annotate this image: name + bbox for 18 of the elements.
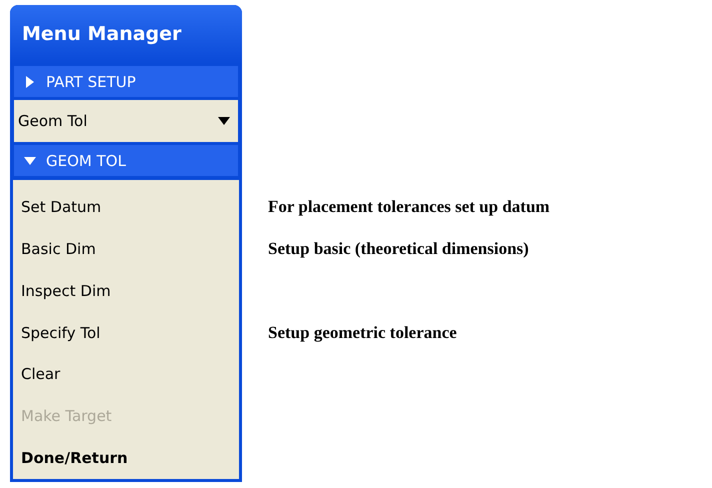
annotation-text: Setup geometric tolerance: [268, 323, 457, 343]
menu-item[interactable]: Specify Tol: [13, 312, 239, 354]
expanded-arrow-icon: [24, 154, 36, 166]
section-label: GEOM TOL: [46, 152, 126, 170]
collapsed-arrow-icon: [24, 76, 36, 88]
dropdown-caret-icon: [218, 115, 230, 127]
annotation-text: For placement tolerances set up datum: [268, 197, 550, 217]
menu-item[interactable]: Basic Dim: [13, 228, 239, 270]
section-header[interactable]: GEOM TOL: [14, 145, 238, 176]
menu-item[interactable]: Inspect Dim: [13, 270, 239, 312]
menu-item[interactable]: Set Datum: [13, 186, 239, 228]
section-label: PART SETUP: [46, 72, 136, 90]
annotation-text: Setup basic (theoretical dimensions): [268, 239, 529, 259]
dropdown[interactable]: Geom Tol: [14, 100, 238, 142]
menu-item[interactable]: Done/Return: [13, 437, 239, 480]
dropdown-value: Geom Tol: [18, 112, 88, 130]
menu-item[interactable]: Clear: [13, 353, 239, 396]
section-header[interactable]: PART SETUP: [14, 66, 238, 97]
